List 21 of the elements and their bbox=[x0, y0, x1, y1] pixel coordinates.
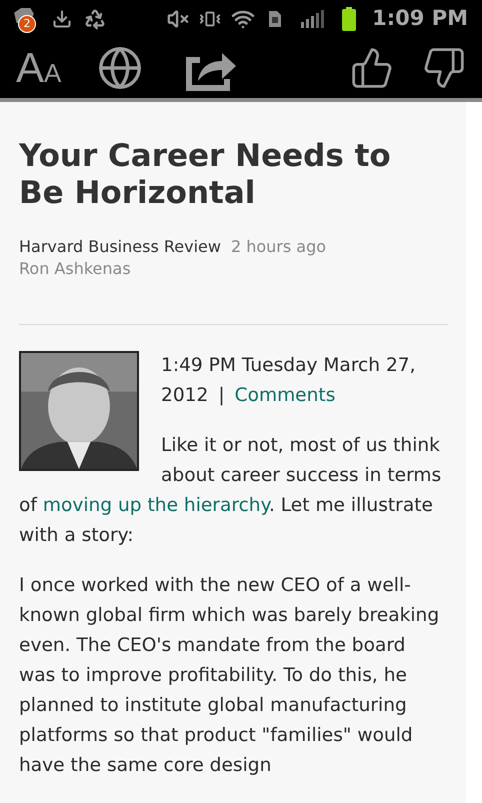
download-icon bbox=[52, 9, 72, 29]
article-title: Your Career Needs to Be Horizontal bbox=[19, 138, 392, 212]
signal-icon bbox=[301, 10, 326, 28]
recycle-icon bbox=[84, 8, 106, 30]
hierarchy-link[interactable]: moving up the hierarchy bbox=[42, 495, 269, 516]
clock: 1:09 PM bbox=[372, 5, 468, 32]
battery-icon bbox=[342, 7, 356, 31]
sim-card-icon bbox=[269, 11, 282, 27]
source-name: Harvard Business Review bbox=[19, 237, 221, 256]
thumbs-down-icon[interactable] bbox=[422, 46, 466, 90]
mute-icon bbox=[167, 8, 190, 30]
paragraph: I once worked with the new CEO of a well-known global firm which was barely breaking even. The CEO's mandate from the board was to improve profitability. To do this, he planned to institute global manufacturing platforms so that product "families" would have the same core design bbox=[19, 574, 440, 778]
author-name: Ron Ashkenas bbox=[19, 258, 132, 280]
paragraph: Like it or not, most of us think about career success in terms of moving up the hierarchy. Let me illustrate with a story: bbox=[19, 434, 442, 548]
thumbs-up-icon[interactable] bbox=[350, 46, 394, 90]
time-ago: 2 hours ago bbox=[230, 237, 326, 256]
globe-icon[interactable] bbox=[97, 45, 144, 91]
font-size-button[interactable]: AA bbox=[16, 47, 62, 89]
notification-count: 2 bbox=[18, 15, 36, 33]
publish-info: 1:49 PM Tuesday March 27, 2012 | Comments bbox=[160, 354, 417, 408]
comments-link[interactable]: Comments bbox=[234, 385, 336, 406]
